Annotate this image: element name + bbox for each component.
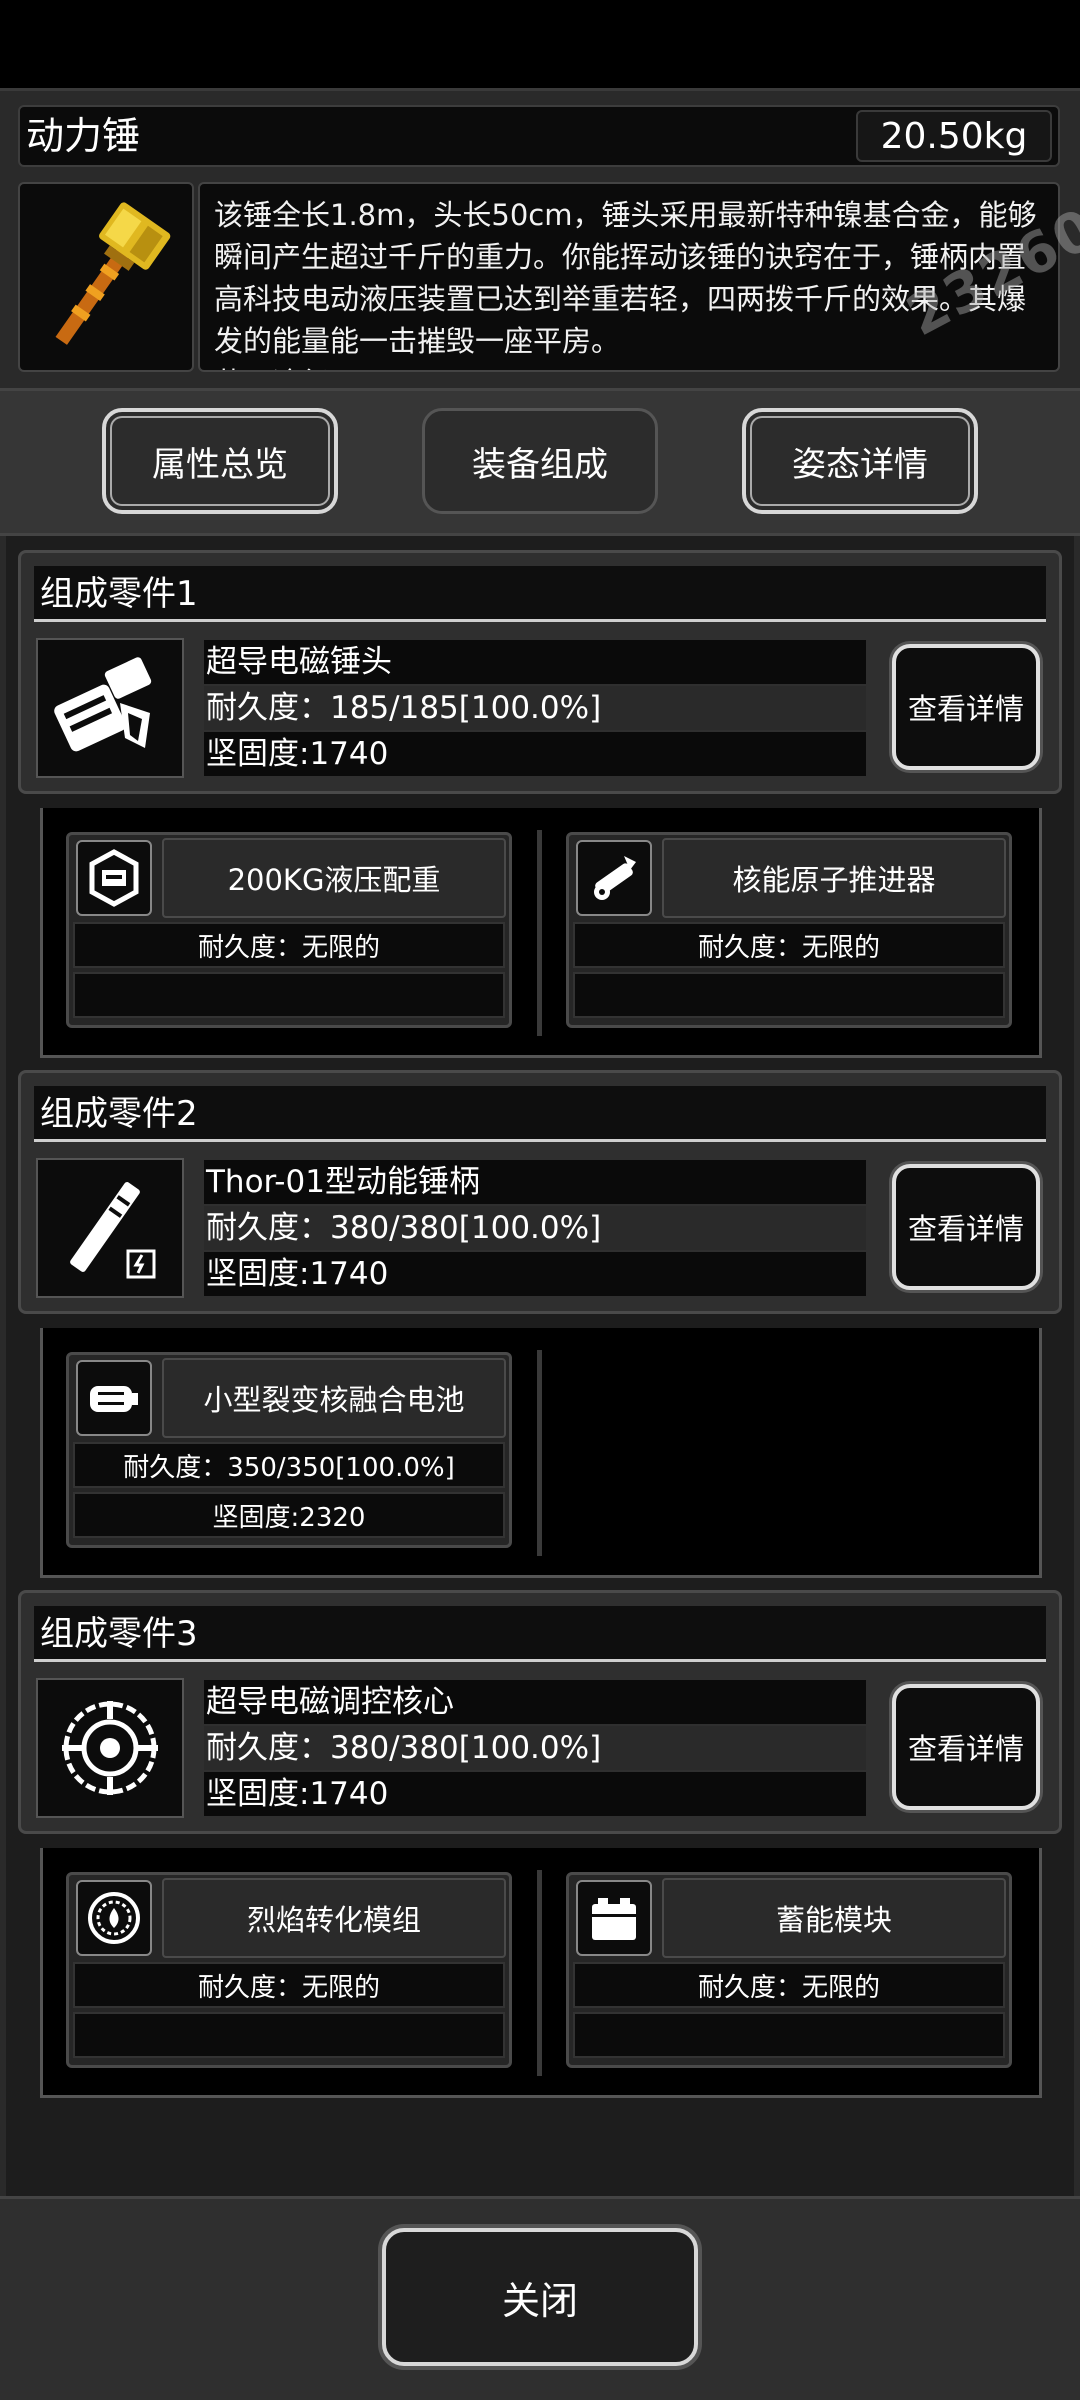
- part-hardness: 坚固度:1740: [204, 732, 866, 776]
- status-bar: [0, 0, 1080, 88]
- sub-part-extra: [573, 2012, 1005, 2058]
- power-hammer-icon: [55, 202, 171, 345]
- item-description-source: 获取途径: [214, 362, 1044, 370]
- view-details-button[interactable]: 查看详情: [892, 644, 1040, 770]
- part-header: 组成零件2: [34, 1086, 1046, 1142]
- sub-part-extra: [573, 972, 1005, 1018]
- item-description: 该锤全长1.8m，头长50cm，锤头采用最新特种镍基合金，能够瞬间产生超过千斤的…: [214, 198, 1037, 358]
- part-icon-frame: [36, 1158, 184, 1298]
- part-icon-frame: [36, 638, 184, 778]
- item-name: 动力锤: [26, 114, 141, 158]
- sub-part-icon-frame: [76, 1880, 152, 1956]
- part-durability: 耐久度：380/380[100.0%]: [204, 1206, 866, 1250]
- sub-part-name: 蓄能模块: [662, 1878, 1006, 1958]
- view-details-button[interactable]: 查看详情: [892, 1684, 1040, 1810]
- part-name: Thor-01型动能锤柄: [204, 1160, 866, 1204]
- hydraulic-weight-icon: [89, 849, 139, 907]
- part-header: 组成零件1: [34, 566, 1046, 622]
- part-hardness: 坚固度:1740: [204, 1252, 866, 1296]
- part-hardness: 坚固度:1740: [204, 1772, 866, 1816]
- sub-part-durability: 耐久度：无限的: [573, 922, 1005, 968]
- part-durability: 耐久度：185/185[100.0%]: [204, 686, 866, 730]
- battery-icon: [90, 1386, 138, 1412]
- sub-part-name: 小型裂变核融合电池: [162, 1358, 506, 1438]
- hammer-handle-icon: [70, 1182, 156, 1279]
- flame-module-icon: [88, 1892, 140, 1944]
- sub-part-durability: 耐久度：无限的: [73, 1962, 505, 2008]
- sub-part-name: 烈焰转化模组: [162, 1878, 506, 1958]
- tab-composition[interactable]: 装备组成: [422, 408, 658, 514]
- thruster-icon: [594, 856, 636, 900]
- part-icon-frame: [36, 1678, 184, 1818]
- sub-part-icon-frame: [576, 1880, 652, 1956]
- sub-part-durability: 耐久度：无限的: [73, 922, 505, 968]
- sub-part-icon-frame: [76, 1360, 152, 1436]
- part-name: 超导电磁调控核心: [204, 1680, 866, 1724]
- sub-part-hardness: 坚固度:2320: [73, 1492, 505, 1538]
- part-name: 超导电磁锤头: [204, 640, 866, 684]
- view-details-button[interactable]: 查看详情: [892, 1164, 1040, 1290]
- sub-part-name: 核能原子推进器: [662, 838, 1006, 918]
- hammer-head-icon: [54, 657, 152, 752]
- sub-part-icon-frame: [576, 840, 652, 916]
- part-durability: 耐久度：380/380[100.0%]: [204, 1726, 866, 1770]
- sub-part-durability: 耐久度：无限的: [573, 1962, 1005, 2008]
- item-weight: 20.50kg: [856, 110, 1052, 162]
- core-icon: [62, 1701, 158, 1795]
- close-button[interactable]: 关闭: [382, 2228, 698, 2366]
- sub-part-extra: [73, 972, 505, 1018]
- item-icon-frame: [18, 182, 194, 372]
- sub-part-durability: 耐久度：350/350[100.0%]: [73, 1442, 505, 1488]
- divider: [537, 1350, 542, 1556]
- tab-stance[interactable]: 姿态详情: [742, 408, 978, 514]
- sub-part-name: 200KG液压配重: [162, 838, 506, 918]
- divider: [537, 1870, 542, 2076]
- part-header: 组成零件3: [34, 1606, 1046, 1662]
- tab-attributes[interactable]: 属性总览: [102, 408, 338, 514]
- divider: [537, 830, 542, 1036]
- sub-part-extra: [73, 2012, 505, 2058]
- sub-part-icon-frame: [76, 840, 152, 916]
- energy-module-icon: [592, 1898, 636, 1940]
